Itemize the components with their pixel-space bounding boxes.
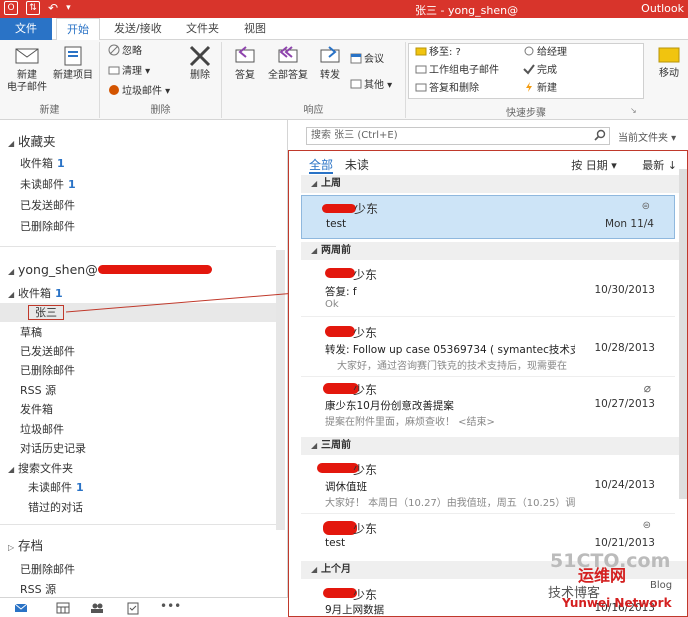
group-label: 三周前 (321, 440, 351, 451)
message-item[interactable]: 少东 答复: f Ok 10/30/2013 (301, 261, 675, 317)
sort-controls: 按 日期 ▾ 最新 ↓ (571, 157, 677, 173)
watermark-line5: 运维网 (578, 566, 627, 585)
filter-all[interactable]: 全部 (309, 158, 334, 174)
search-input[interactable]: 搜索 张三 (Ctrl+E) (306, 127, 610, 145)
message-subject: 调休值班 (325, 481, 367, 493)
message-preview: 提案在附件里面，麻烦查收！ <结束> (325, 417, 495, 428)
message-date: 10/24/2013 (594, 479, 655, 491)
watermark-line4: Yunwei Network (562, 596, 672, 610)
watermark-line3: Blog (650, 580, 673, 591)
sort-order-toggle[interactable]: 最新 ↓ (642, 159, 677, 172)
message-date: 10/27/2013 (594, 398, 655, 410)
message-list-scrollbar[interactable] (679, 169, 687, 499)
message-sender: 少东 (353, 383, 378, 397)
message-date: 10/21/2013 (594, 537, 655, 549)
redaction-mark (323, 521, 357, 535)
message-subject: test (326, 218, 347, 230)
sort-by-label: 按 日期 (571, 159, 608, 172)
redaction-mark (322, 204, 356, 213)
group-label: 两周前 (321, 245, 351, 256)
message-subject: 答复: f (325, 286, 357, 298)
message-subject: 康少东10月份创意改善提案 (325, 400, 454, 412)
message-item[interactable]: 少东 test ⊜ Mon 11/4 (301, 195, 675, 239)
message-subject: 转发: Follow up case 05369734 ( symantec技术… (325, 344, 575, 356)
sort-order-label: 最新 (642, 159, 665, 172)
redaction-mark (325, 268, 355, 278)
redaction-mark (323, 588, 357, 598)
search-icon[interactable] (594, 129, 606, 141)
module-nav-bar: ••• (0, 597, 288, 617)
collapse-triangle-icon: ◢ (311, 179, 318, 188)
message-item[interactable]: 少东 康少东10月份创意改善提案 提案在附件里面，麻烦查收！ <结束> ⌀ 10… (301, 377, 675, 433)
message-preview: 大家好，通过咨询赛门铁克的技术支持后，现需要在 (337, 361, 567, 372)
message-sender: 少东 (353, 522, 378, 536)
meeting-response-icon: ⊜ (642, 520, 651, 531)
attachment-icon: ⌀ (643, 381, 651, 395)
message-sender: 少东 (353, 326, 378, 340)
group-header[interactable]: ◢ 两周前 (301, 242, 687, 260)
message-date: Mon 11/4 (604, 218, 654, 230)
watermark-logo: 51CTO.com 技术博客 Blog Yunwei Network 运维网 (548, 550, 688, 617)
meeting-response-icon: ⊜ (641, 201, 650, 212)
message-preview: Ok (325, 299, 339, 310)
collapse-triangle-icon: ◢ (311, 441, 318, 450)
group-label: 上个月 (321, 564, 351, 575)
message-sender: 少东 (353, 268, 378, 282)
group-label: 上周 (321, 178, 341, 189)
search-scope-label: 当前文件夹 (618, 133, 668, 144)
group-header[interactable]: ◢ 上周 (301, 175, 687, 193)
message-preview: 大家好！ 本周日（10.27）由我值班，周五（10.25）调 (325, 498, 576, 509)
search-scope-dropdown[interactable]: 当前文件夹 ▾ (618, 129, 676, 144)
group-header[interactable]: ◢ 三周前 (301, 437, 687, 455)
message-sender: 少东 (353, 588, 378, 602)
more-options-icon[interactable]: ••• (160, 600, 181, 615)
people-icon[interactable] (90, 601, 104, 615)
filter-bar: 全部 未读 (309, 156, 369, 174)
collapse-triangle-icon: ◢ (311, 246, 318, 255)
message-item[interactable]: 少东 转发: Follow up case 05369734 ( symante… (301, 319, 675, 377)
message-list: 全部 未读 按 日期 ▾ 最新 ↓ ◢ 上周 少东 test ⊜ Mon 11/4… (288, 150, 688, 617)
message-subject: 9月上网数据 (325, 604, 385, 616)
message-subject: test (325, 537, 346, 549)
sort-by-dropdown[interactable]: 按 日期 ▾ (571, 159, 617, 172)
redaction-mark (325, 326, 355, 337)
mail-icon[interactable] (14, 601, 28, 615)
collapse-triangle-icon: ◢ (311, 565, 318, 574)
tasks-icon[interactable] (126, 601, 140, 615)
message-item[interactable]: 少东 调休值班 大家好！ 本周日（10.27）由我值班，周五（10.25）调 1… (301, 456, 675, 514)
filter-unread[interactable]: 未读 (345, 158, 369, 172)
calendar-icon[interactable] (56, 601, 70, 615)
message-sender: 少东 (353, 463, 378, 477)
message-date: 10/30/2013 (594, 284, 655, 296)
message-sender: 少东 (354, 202, 379, 216)
message-date: 10/28/2013 (594, 342, 655, 354)
